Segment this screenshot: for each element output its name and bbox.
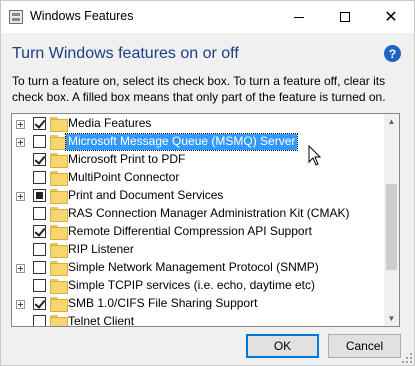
feature-label[interactable]: RIP Listener [66,242,136,258]
feature-row[interactable]: Remote Differential Compression API Supp… [12,223,385,241]
feature-label[interactable]: Simple Network Management Protocol (SNMP… [66,260,321,276]
feature-checkbox[interactable] [33,189,46,202]
feature-checkbox[interactable] [33,297,46,310]
expand-plus-icon[interactable] [16,300,25,309]
window-title: Windows Features [30,9,134,23]
mouse-pointer-icon [308,145,322,166]
feature-checkbox[interactable] [33,243,46,256]
minimize-icon [294,16,304,18]
maximize-button[interactable] [322,1,368,33]
feature-checkbox[interactable] [33,279,46,292]
feature-checkbox[interactable] [33,135,46,148]
scroll-down-arrow-icon[interactable]: ▼ [384,311,399,326]
windows-features-app-icon [9,10,23,24]
feature-row[interactable]: Media Features [12,115,385,133]
feature-row[interactable]: SMB 1.0/CIFS File Sharing Support [12,295,385,313]
feature-checkbox[interactable] [33,261,46,274]
help-icon[interactable]: ? [384,45,401,62]
scroll-up-arrow-icon[interactable]: ▲ [384,114,399,129]
feature-row[interactable]: Telnet Client [12,313,385,326]
feature-label[interactable]: SMB 1.0/CIFS File Sharing Support [66,296,259,312]
feature-checkbox[interactable] [33,153,46,166]
feature-row[interactable]: Simple TCPIP services (i.e. echo, daytim… [12,277,385,295]
expand-plus-icon[interactable] [16,120,25,129]
feature-row[interactable]: RAS Connection Manager Administration Ki… [12,205,385,223]
title-bar[interactable]: Windows Features ✕ [1,1,414,33]
feature-checkbox[interactable] [33,207,46,220]
cancel-button[interactable]: Cancel [328,334,401,358]
feature-checkbox[interactable] [33,315,46,326]
scrollbar-thumb[interactable] [386,184,397,270]
feature-label[interactable]: MultiPoint Connector [66,170,181,186]
windows-features-dialog: Windows Features ✕ Turn Windows features… [0,0,415,366]
feature-label[interactable]: Print and Document Services [66,188,225,204]
feature-row[interactable]: RIP Listener [12,241,385,259]
features-tree[interactable]: Media Features Microsoft Message Queue (M… [11,113,400,327]
feature-label[interactable]: Simple TCPIP services (i.e. echo, daytim… [66,278,317,294]
feature-label[interactable]: Telnet Client [66,314,136,326]
feature-row[interactable]: Simple Network Management Protocol (SNMP… [12,259,385,277]
feature-label[interactable]: RAS Connection Manager Administration Ki… [66,206,351,222]
feature-label[interactable]: Media Features [66,116,153,132]
expand-plus-icon[interactable] [16,138,25,147]
feature-row[interactable]: Microsoft Message Queue (MSMQ) Server [12,133,385,151]
feature-row[interactable]: Print and Document Services [12,187,385,205]
ok-button[interactable]: OK [246,334,319,358]
close-button[interactable]: ✕ [368,1,414,33]
close-icon: ✕ [384,7,398,26]
resize-grip-icon[interactable] [402,353,412,363]
feature-row[interactable]: Microsoft Print to PDF [12,151,385,169]
page-heading: Turn Windows features on or off [12,45,239,62]
feature-checkbox[interactable] [33,117,46,130]
feature-label[interactable]: Microsoft Message Queue (MSMQ) Server [64,133,299,151]
maximize-icon [340,12,350,22]
feature-checkbox[interactable] [33,225,46,238]
feature-label[interactable]: Microsoft Print to PDF [66,152,187,168]
vertical-scrollbar[interactable]: ▲ ▼ [384,114,399,326]
instructions-text: To turn a feature on, select its check b… [12,74,386,104]
feature-row[interactable]: MultiPoint Connector [12,169,385,187]
feature-checkbox[interactable] [33,171,46,184]
feature-label[interactable]: Remote Differential Compression API Supp… [66,224,314,240]
expand-plus-icon[interactable] [16,264,25,273]
expand-plus-icon[interactable] [16,192,25,201]
minimize-button[interactable] [276,1,322,33]
